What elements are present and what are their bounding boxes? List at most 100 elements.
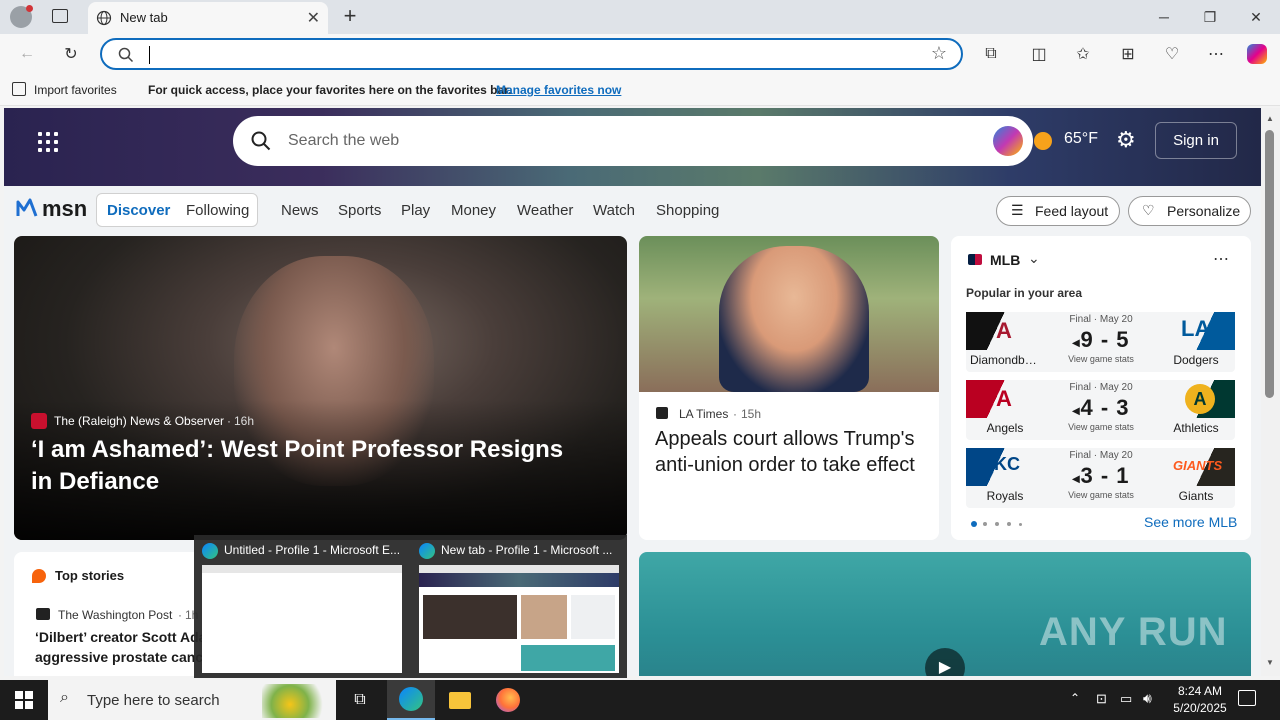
window-thumbnail[interactable]: New tab - Profile 1 - Microsoft ...: [411, 541, 621, 675]
carousel-dot-active[interactable]: [971, 521, 977, 527]
split-screen-icon[interactable]: ◫: [1028, 43, 1050, 65]
team-a-name: Diamondbacks: [970, 353, 1040, 367]
game-status: Final · May 20: [1069, 450, 1133, 461]
copilot-icon[interactable]: [1247, 44, 1267, 64]
tab-title: New tab: [120, 10, 168, 25]
game-card[interactable]: A Final · May 20 ◂4 - 3 View game stats …: [966, 380, 1235, 440]
minimize-button[interactable]: ─: [1141, 0, 1187, 34]
copilot-search-icon[interactable]: [993, 126, 1023, 156]
favorites-icon[interactable]: ✩: [1072, 43, 1094, 65]
taskbar-edge-button[interactable]: [387, 680, 435, 720]
settings-gear-icon[interactable]: ⚙: [1116, 129, 1136, 151]
team-b-name: Giants: [1178, 489, 1214, 503]
view-game-stats[interactable]: View game stats: [1046, 490, 1156, 500]
folder-icon: [449, 691, 471, 709]
thumbnail-title: New tab - Profile 1 - Microsoft ...: [441, 543, 613, 557]
lead-story-card[interactable]: The (Raleigh) News & Observer · 16h ‘I a…: [14, 236, 627, 540]
more-menu-icon[interactable]: ⋯: [1205, 43, 1227, 65]
see-more-mlb-link[interactable]: See more MLB: [1144, 514, 1237, 530]
nav-weather[interactable]: Weather: [517, 202, 573, 219]
back-arrow-icon[interactable]: ←: [16, 43, 38, 65]
top-story-headline-1[interactable]: ‘Dilbert’ creator Scott Adam: [35, 629, 219, 645]
more-options-icon[interactable]: ⋯: [1213, 249, 1229, 269]
text-caret: [149, 46, 150, 64]
taskbar-clock[interactable]: 8:24 AM 5/20/2025: [1170, 683, 1230, 717]
address-bar[interactable]: ☆: [100, 38, 963, 70]
carousel-dot[interactable]: [1007, 522, 1011, 526]
top-story-headline-2[interactable]: aggressive prostate cancer: [35, 649, 216, 665]
manage-favorites-link[interactable]: Manage favorites now: [496, 83, 621, 97]
second-story-card[interactable]: LA Times · 15h Appeals court allows Trum…: [639, 236, 939, 540]
nav-money[interactable]: Money: [451, 202, 496, 219]
team-a-logo: KC: [966, 448, 1034, 486]
carousel-dot[interactable]: [995, 522, 999, 526]
view-game-stats[interactable]: View game stats: [1046, 422, 1156, 432]
import-favorites-button[interactable]: Import favorites: [34, 83, 117, 97]
workspaces-icon[interactable]: [52, 9, 68, 23]
team-b-name: Athletics: [1173, 421, 1219, 435]
carousel-dot[interactable]: [1019, 523, 1022, 526]
game-card[interactable]: A Final · May 20 ◂9 - 5 View game stats …: [966, 312, 1235, 372]
favorite-star-icon[interactable]: ☆: [931, 43, 947, 64]
profile-avatar[interactable]: [10, 5, 33, 28]
performance-icon[interactable]: ♡: [1161, 43, 1183, 65]
scroll-down-icon[interactable]: ▼: [1266, 658, 1274, 667]
new-tab-button[interactable]: +: [338, 4, 362, 28]
close-tab-icon[interactable]: ✕: [307, 8, 320, 28]
tab-discover[interactable]: Discover: [107, 202, 170, 219]
temperature[interactable]: 65°F: [1064, 130, 1098, 148]
play-icon[interactable]: ▶: [925, 648, 965, 676]
nav-watch[interactable]: Watch: [593, 202, 635, 219]
firefox-icon: [496, 688, 520, 712]
mlb-title[interactable]: MLB: [990, 252, 1020, 268]
scrollbar-thumb[interactable]: [1265, 130, 1274, 398]
nav-shopping[interactable]: Shopping: [656, 202, 719, 219]
collections-icon[interactable]: ⊞: [1117, 43, 1139, 65]
taskbar-file-explorer-button[interactable]: [436, 680, 484, 720]
start-button[interactable]: [0, 680, 48, 720]
taskbar-search-placeholder: Type here to search: [87, 692, 220, 709]
second-headline[interactable]: Appeals court allows Trump's anti-union …: [655, 426, 930, 478]
nav-sports[interactable]: Sports: [338, 202, 381, 219]
video-card[interactable]: ▶ ANY RUN: [639, 552, 1251, 676]
close-window-button[interactable]: ✕: [1233, 0, 1279, 34]
carousel-dot[interactable]: [983, 522, 987, 526]
personalize-label: Personalize: [1167, 203, 1241, 219]
personalize-icon: ♡: [1142, 202, 1155, 218]
lead-headline[interactable]: ‘I am Ashamed’: West Point Professor Res…: [31, 434, 591, 498]
show-hidden-icons-icon[interactable]: ⌃: [1070, 691, 1080, 705]
hero-banner: Search the web 65°F ⚙ Sign in: [4, 108, 1261, 186]
tab-following[interactable]: Following: [186, 202, 249, 219]
taskbar-firefox-button[interactable]: [484, 680, 532, 720]
volume-icon[interactable]: 🔊︎: [1143, 690, 1152, 707]
nav-news[interactable]: News: [281, 202, 319, 219]
msn-logo-icon[interactable]: [16, 196, 38, 218]
browser-toolbar: ← ↻ ☆ ⧉ ◫ ✩ ⊞ ♡ ⋯: [0, 34, 1280, 74]
window-thumbnail[interactable]: Untitled - Profile 1 - Microsoft E...: [194, 541, 404, 675]
scroll-up-icon[interactable]: ▲: [1266, 114, 1274, 123]
restore-button[interactable]: ❐: [1187, 0, 1233, 34]
power-icon[interactable]: ▭: [1120, 691, 1132, 707]
feed-layout-button[interactable]: ☰ Feed layout: [996, 196, 1120, 226]
sign-in-button[interactable]: Sign in: [1155, 122, 1237, 159]
tab-new-tab[interactable]: New tab ✕: [88, 2, 328, 34]
notifications-icon[interactable]: [1238, 690, 1256, 706]
vertical-scrollbar[interactable]: ▲ ▼: [1261, 108, 1280, 676]
top-stories-title[interactable]: Top stories: [55, 568, 124, 583]
network-icon[interactable]: ⊡: [1096, 691, 1107, 707]
refresh-icon[interactable]: ↻: [60, 43, 82, 65]
clock-date: 5/20/2025: [1173, 701, 1227, 715]
extensions-icon[interactable]: ⧉: [980, 43, 1002, 65]
game-card[interactable]: KC Final · May 20 ◂3 - 1 View game stats…: [966, 448, 1235, 508]
task-view-icon[interactable]: ⧉: [336, 680, 384, 720]
personalize-button[interactable]: ♡ Personalize: [1128, 196, 1251, 226]
windows-logo-icon: [15, 691, 33, 709]
apps-launcher-icon[interactable]: [38, 132, 58, 152]
watermark: ANY RUN: [1039, 610, 1228, 654]
view-game-stats[interactable]: View game stats: [1046, 354, 1156, 364]
web-search-box[interactable]: Search the web: [233, 116, 1033, 166]
mlb-logo-icon: [968, 254, 982, 265]
nav-play[interactable]: Play: [401, 202, 430, 219]
taskbar-search-box[interactable]: ⌕ Type here to search: [48, 680, 336, 720]
chevron-down-icon[interactable]: ⌄: [1028, 250, 1040, 267]
